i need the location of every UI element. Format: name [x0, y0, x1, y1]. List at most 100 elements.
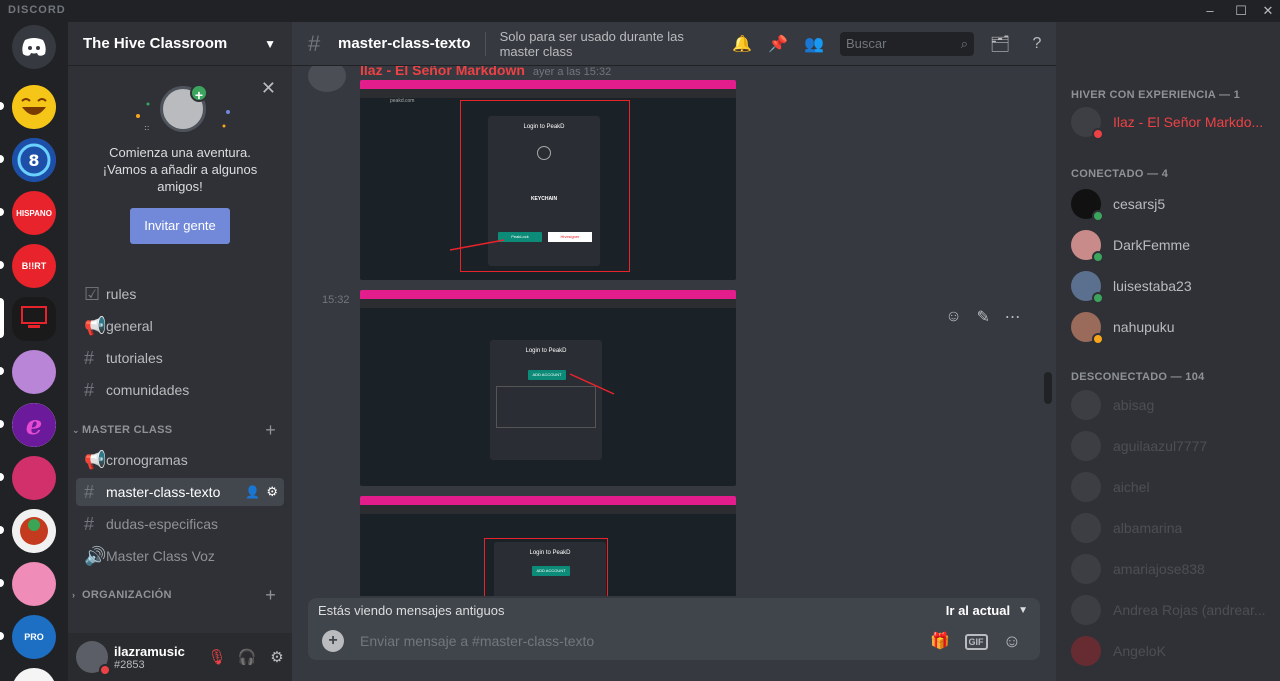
server-icon-hive-classroom[interactable] — [12, 297, 56, 341]
member-item[interactable]: Ilaz - El Señor Markdo... — [1071, 104, 1271, 140]
unread-indicator — [0, 261, 4, 269]
member-item[interactable]: luisestaba23 — [1071, 268, 1271, 304]
member-item[interactable]: nahupuku — [1071, 309, 1271, 345]
user-discriminator: #2853 — [114, 658, 145, 671]
server-icon-purple[interactable] — [12, 350, 56, 394]
server-icon-birt[interactable]: B!!RT — [12, 244, 56, 288]
member-item[interactable]: cesarsj5 — [1071, 186, 1271, 222]
channel-general[interactable]: 📢 general — [76, 312, 284, 340]
hivesigner-button: Hivesigner — [548, 232, 592, 242]
server-icon-emoji[interactable] — [12, 85, 56, 129]
server-icon-drops[interactable] — [12, 509, 56, 553]
member-item[interactable]: AngeloK — [1071, 633, 1271, 669]
chevron-right-icon: › — [72, 590, 76, 600]
login-dialog: Login to PeakD ADD ACCOUNT — [494, 542, 606, 596]
headphones-icon[interactable]: 🎧 — [232, 648, 262, 666]
avatar[interactable] — [76, 641, 111, 676]
channel-dudas-especificas[interactable]: # dudas-especificas — [76, 510, 284, 538]
channel-topic: Solo para ser usado durante las master c… — [499, 28, 684, 59]
server-icon-anime[interactable] — [12, 562, 56, 606]
home-button[interactable] — [12, 25, 56, 69]
server-label: B!!RT — [21, 261, 47, 271]
member-name: luisestaba23 — [1113, 278, 1192, 294]
member-item[interactable]: abisag — [1071, 387, 1271, 423]
member-list-icon[interactable]: 👥 — [796, 34, 832, 54]
category-organizacion[interactable]: › ORGANIZACIÓN + — [72, 585, 288, 606]
message-author[interactable]: Ilaz - El Señor Markdown — [360, 66, 525, 78]
invite-people-button[interactable]: Invitar gente — [130, 208, 230, 244]
message-timestamp: 15:32 — [322, 294, 350, 306]
invite-user-icon[interactable]: 👤 — [245, 485, 260, 499]
avatar[interactable] — [308, 66, 346, 92]
guild-header[interactable]: The Hive Classroom ▼ — [68, 22, 292, 66]
channel-label: cronogramas — [106, 452, 188, 468]
avatar — [1071, 189, 1104, 222]
gift-icon[interactable]: 🎁 — [922, 631, 958, 651]
channel-label: master-class-texto — [106, 484, 221, 500]
invite-card: ✕ :: + Comienza una aventura. ¡Vamos a a… — [68, 66, 292, 280]
svg-text:::: :: — [144, 123, 149, 132]
gear-icon[interactable]: ⚙ — [262, 648, 292, 666]
invite-message: Comienza una aventura. ¡Vamos a añadir a… — [102, 145, 258, 194]
image-attachment[interactable]: peakd.com Login to PeakD KEYCHAIN PeakLo… — [360, 80, 736, 280]
bell-icon[interactable]: 🔔 — [724, 34, 760, 54]
server-icon-pro[interactable]: PRO — [12, 615, 56, 659]
add-reaction-icon[interactable]: ☺ — [945, 308, 961, 326]
close-icon[interactable]: ✕ — [261, 78, 276, 99]
server-icon-blue[interactable]: 8 — [12, 138, 56, 182]
channel-comunidades[interactable]: # comunidades — [76, 376, 284, 404]
maximize-icon[interactable]: ☐ — [1229, 2, 1253, 20]
search-input[interactable]: Buscar ⌕ — [840, 31, 974, 56]
dialog-title: Login to PeakD — [529, 550, 571, 556]
red-arrow-icon — [569, 373, 615, 395]
member-name: AngeloK — [1113, 643, 1166, 659]
member-item[interactable]: aichel — [1071, 469, 1271, 505]
add-channel-icon[interactable]: + — [265, 585, 276, 606]
mute-mic-icon[interactable]: 🎙 — [202, 648, 232, 666]
image-attachment[interactable]: Login to PeakD ADD ACCOUNT — [360, 496, 736, 596]
minimize-icon[interactable]: – — [1198, 2, 1222, 20]
add-attachment-icon[interactable]: + — [322, 630, 344, 652]
svg-text:e: e — [26, 411, 43, 441]
server-icon-partial[interactable] — [12, 668, 56, 681]
message-input[interactable]: Enviar mensaje a #master-class-texto — [360, 633, 922, 649]
server-icon-hispano[interactable]: HISPANO — [12, 191, 56, 235]
category-master-class[interactable]: ⌄ MASTER CLASS + — [72, 420, 288, 441]
pin-icon[interactable]: 📌 — [760, 34, 796, 54]
gear-icon[interactable]: ⚙ — [266, 484, 278, 500]
member-group-header: HIVER CON EXPERIENCIA — 1 — [1071, 89, 1241, 101]
chevron-down-icon[interactable]: ▼ — [1018, 605, 1028, 616]
channel-master-class-voz[interactable]: 🔊 Master Class Voz — [76, 542, 284, 570]
gif-icon[interactable]: GIF — [958, 632, 994, 650]
close-window-icon[interactable]: ✕ — [1256, 2, 1280, 20]
member-name: cesarsj5 — [1113, 196, 1166, 212]
server-icon-e[interactable]: e — [12, 403, 56, 447]
add-channel-icon[interactable]: + — [265, 420, 276, 441]
emoji-icon[interactable]: ☺ — [994, 631, 1030, 652]
member-name: aguilaazul7777 — [1113, 438, 1208, 454]
more-options-icon[interactable]: ⋯ — [1005, 307, 1021, 327]
unread-indicator — [0, 155, 4, 163]
dnd-status-icon — [1092, 128, 1104, 140]
scrollbar-thumb[interactable] — [1044, 372, 1052, 404]
inbox-icon[interactable]: 🗂 — [982, 34, 1018, 54]
channel-master-class-texto[interactable]: # master-class-texto 👤 ⚙ — [76, 478, 284, 506]
channel-cronogramas[interactable]: 📢 cronogramas — [76, 446, 284, 474]
browser-url-bar — [360, 505, 736, 514]
edit-icon[interactable]: ✎ — [976, 307, 989, 327]
browser-url-bar: peakd.com — [360, 89, 736, 104]
chevron-down-icon: ▼ — [264, 36, 276, 51]
server-icon-pink[interactable] — [12, 456, 56, 500]
channel-rules[interactable]: ☑ rules — [76, 280, 284, 308]
avatar — [1071, 390, 1101, 420]
member-item[interactable]: albamarina — [1071, 510, 1271, 546]
help-icon[interactable]: ? — [1018, 35, 1056, 53]
old-messages-text: Estás viendo mensajes antiguos — [318, 602, 505, 618]
jump-to-present-button[interactable]: Ir al actual — [946, 603, 1010, 618]
member-item[interactable]: amariajose838 — [1071, 551, 1271, 587]
member-item[interactable]: Andrea Rojas (andrear... — [1071, 592, 1271, 628]
member-item[interactable]: DarkFemme — [1071, 227, 1271, 263]
member-item[interactable]: aguilaazul7777 — [1071, 428, 1271, 464]
image-attachment[interactable]: Login to PeakD ADD ACCOUNT — [360, 290, 736, 486]
channel-tutoriales[interactable]: # tutoriales — [76, 344, 284, 372]
